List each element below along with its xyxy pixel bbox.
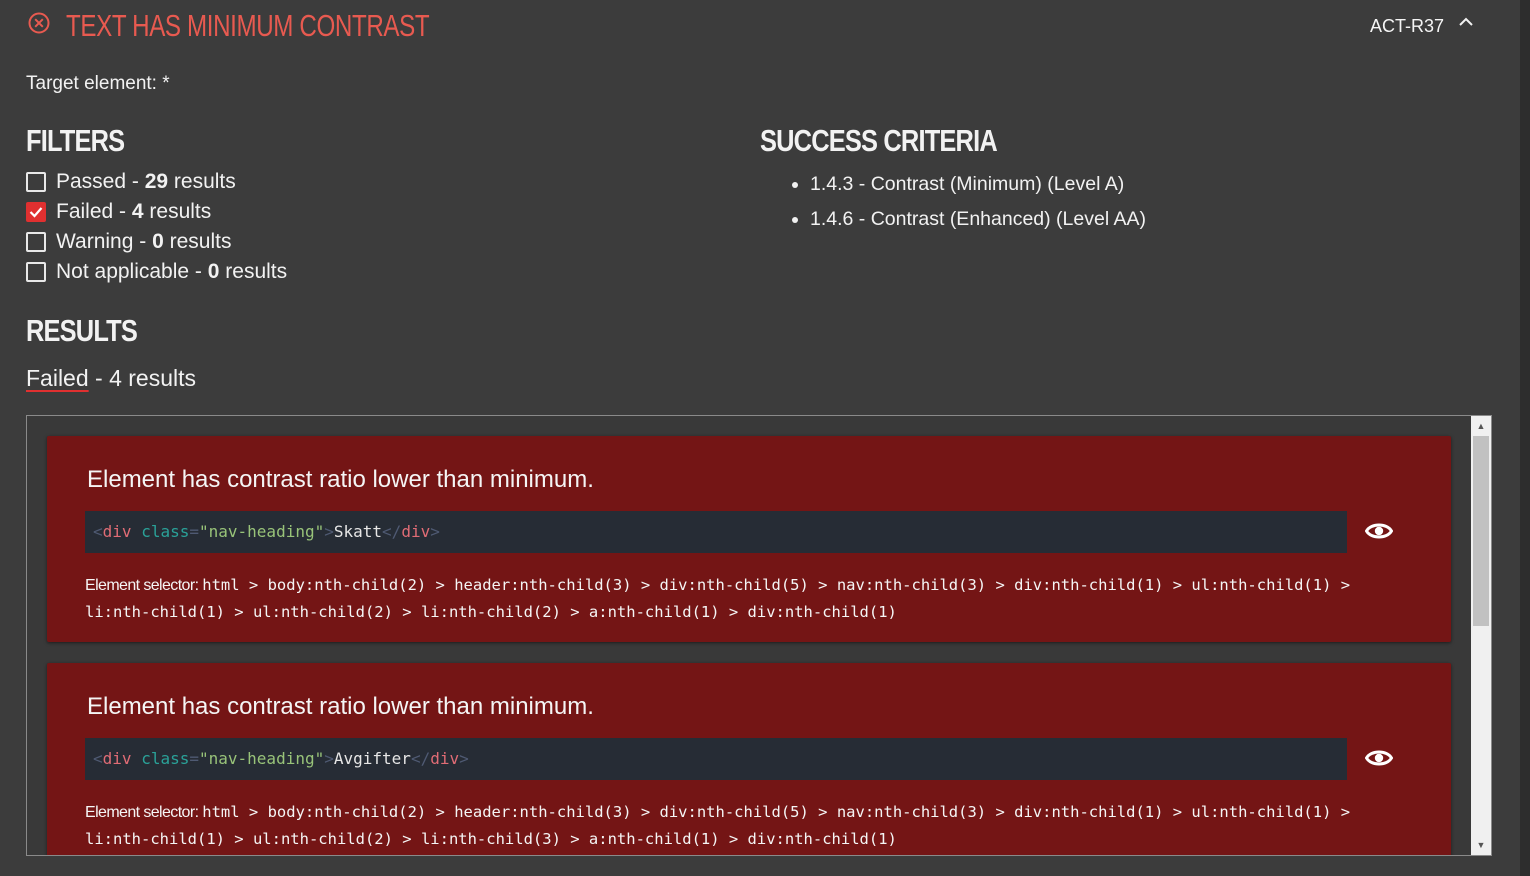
failed-link[interactable]: Failed — [26, 365, 89, 391]
filter-passed[interactable]: Passed - 29 results — [26, 167, 287, 197]
filter-label: Failed - 4 results — [56, 200, 212, 223]
results-summary: Failed - 4 results — [26, 365, 196, 392]
filter-label: Not applicable - 0 results — [56, 260, 288, 283]
chevron-up-icon[interactable] — [1458, 16, 1474, 28]
scroll-up-arrow-icon[interactable]: ▲ — [1471, 418, 1491, 434]
code-snippet: <div class="nav-heading">Skatt</div> — [85, 511, 1347, 553]
rule-title: TEXT HAS MINIMUM CONTRAST — [66, 8, 430, 43]
filter-not-applicable[interactable]: Not applicable - 0 results — [26, 257, 287, 287]
result-title: Element has contrast ratio lower than mi… — [87, 466, 594, 493]
checkbox[interactable] — [26, 262, 46, 282]
result-card: Element has contrast ratio lower than mi… — [47, 436, 1451, 642]
scroll-down-arrow-icon[interactable]: ▼ — [1471, 837, 1491, 853]
check-icon — [29, 207, 43, 218]
results-count: - 4 results — [88, 365, 197, 391]
element-selector: Element selector: html > body:nth-child(… — [85, 576, 1351, 621]
filter-warning[interactable]: Warning - 0 results — [26, 227, 287, 257]
code-snippet: <div class="nav-heading">Avgifter</div> — [85, 738, 1347, 780]
page-scrollbar[interactable] — [1520, 0, 1530, 876]
eye-icon[interactable] — [1365, 520, 1393, 542]
criteria-list: 1.4.3 - Contrast (Minimum) (Level A) 1.4… — [790, 170, 1146, 240]
element-selector: Element selector: html > body:nth-child(… — [85, 803, 1351, 848]
results-heading: RESULTS — [26, 313, 138, 348]
checkbox[interactable] — [26, 172, 46, 192]
rule-panel: TEXT HAS MINIMUM CONTRAST ACT-R37 Target… — [0, 0, 1520, 876]
filters-list: Passed - 29 results Failed - 4 results W… — [26, 167, 287, 287]
filter-failed[interactable]: Failed - 4 results — [26, 197, 287, 227]
filter-label: Passed - 29 results — [56, 170, 236, 193]
target-element: Target element: * — [26, 73, 170, 94]
rule-code: ACT-R37 — [1369, 16, 1444, 36]
rule-header[interactable]: TEXT HAS MINIMUM CONTRAST ACT-R37 — [26, 6, 1494, 50]
scrollbar-thumb[interactable] — [1473, 436, 1489, 626]
results-scrollbar[interactable]: ▲ ▼ — [1471, 416, 1491, 855]
criteria-item: 1.4.3 - Contrast (Minimum) (Level A) — [810, 170, 1146, 205]
filter-label: Warning - 0 results — [56, 230, 232, 253]
checkbox[interactable] — [26, 232, 46, 252]
checkbox-checked[interactable] — [26, 202, 46, 222]
criteria-item: 1.4.6 - Contrast (Enhanced) (Level AA) — [810, 205, 1146, 240]
results-list[interactable]: Element has contrast ratio lower than mi… — [26, 415, 1492, 856]
eye-icon[interactable] — [1365, 747, 1393, 769]
filters-heading: FILTERS — [26, 123, 125, 158]
result-title: Element has contrast ratio lower than mi… — [87, 693, 594, 720]
result-card: Element has contrast ratio lower than mi… — [47, 663, 1451, 855]
criteria-heading: SUCCESS CRITERIA — [760, 123, 998, 158]
failed-circle-x-icon — [28, 12, 50, 34]
